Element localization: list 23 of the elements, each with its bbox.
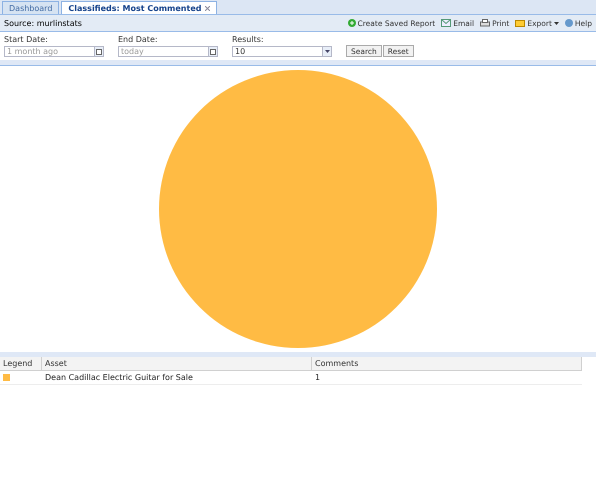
envelope-icon (441, 19, 452, 27)
printer-icon (480, 19, 490, 27)
tab[interactable]: Dashboard (2, 1, 60, 14)
column-header[interactable]: Asset (42, 357, 312, 371)
help-icon (564, 19, 573, 27)
calendar-icon[interactable] (95, 46, 104, 57)
close-icon[interactable] (205, 6, 210, 10)
column-header[interactable]: Comments (312, 357, 582, 371)
field-label: End Date: (118, 35, 159, 44)
folder-icon (515, 19, 526, 27)
end-date-field[interactable]: today (118, 46, 209, 57)
start-date-field[interactable]: 1 month ago (4, 46, 95, 57)
field-label: Results: (232, 35, 265, 44)
results-dropdown[interactable]: 10 (232, 46, 323, 57)
calendar-icon[interactable] (209, 46, 218, 57)
add-icon (348, 19, 356, 27)
table-cell: 1 (312, 371, 582, 385)
table-cell: Dean Cadillac Electric Guitar for Sale (42, 371, 312, 385)
caret-icon[interactable] (323, 46, 332, 57)
field-label: Start Date: (4, 35, 49, 44)
tab[interactable]: Classifieds: Most Commented (61, 1, 218, 14)
source-label: Source: murlinstats (4, 18, 82, 28)
column-header[interactable]: Legend (0, 357, 42, 371)
